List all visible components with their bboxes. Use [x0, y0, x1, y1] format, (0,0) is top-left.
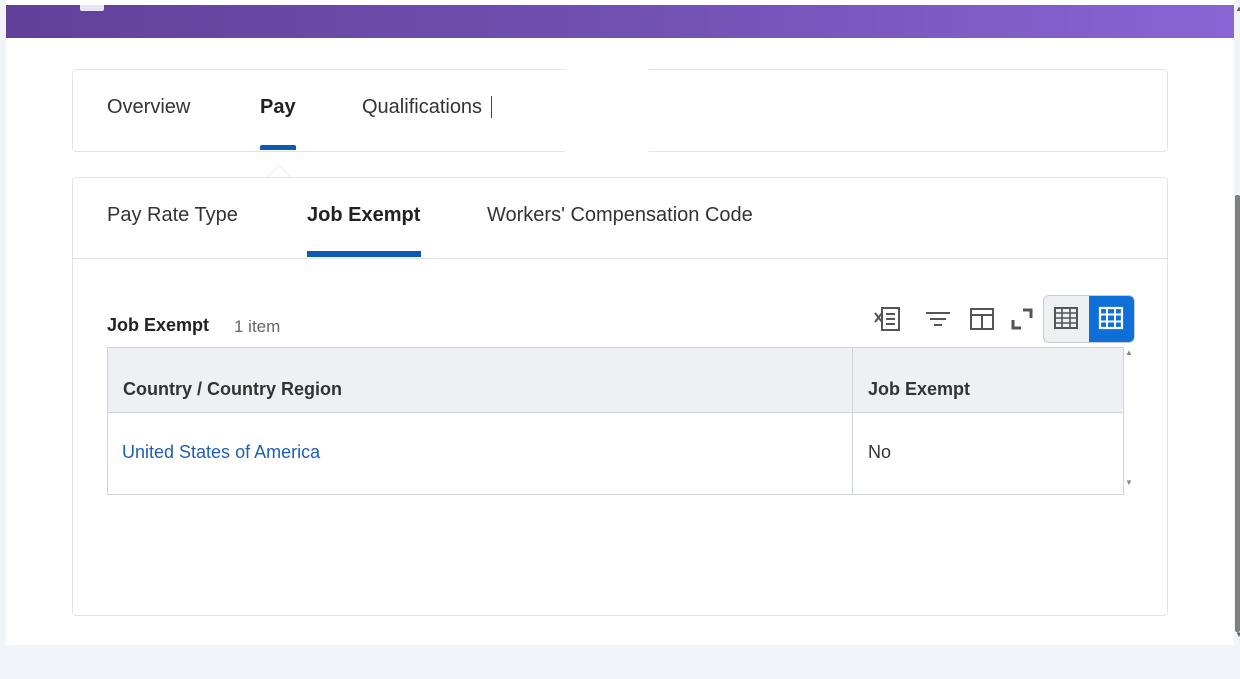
- grid-item-count: 1 item: [234, 317, 281, 336]
- grid-title: Job Exempt: [107, 315, 210, 335]
- page: Overview Pay Qualifications Pay Rate Typ…: [6, 0, 1234, 645]
- column-layout-icon[interactable]: [967, 304, 997, 334]
- table-scroll-down-icon[interactable]: ▼: [1125, 478, 1133, 487]
- table-header: Country / Country Region Job Exempt: [108, 348, 1123, 413]
- tabs-overlay-gap: [565, 69, 649, 152]
- top-tabs: Overview Pay Qualifications: [72, 69, 1168, 152]
- grid-view-icon: [1098, 306, 1124, 330]
- export-to-excel-icon[interactable]: [873, 304, 903, 334]
- tab-overview[interactable]: Overview: [107, 96, 190, 119]
- tab-pay-rate-type[interactable]: Pay Rate Type: [107, 204, 238, 227]
- header-menu-icon[interactable]: [80, 5, 104, 11]
- text-cursor: [491, 96, 492, 118]
- sub-tabs: Pay Rate Type Job Exempt Workers' Compen…: [73, 178, 1167, 259]
- table-view-button[interactable]: [1044, 296, 1089, 342]
- column-header-job-exempt[interactable]: Job Exempt: [868, 379, 970, 400]
- window-scroll-down-icon[interactable]: ▼: [1235, 630, 1240, 639]
- tab-job-exempt[interactable]: Job Exempt: [307, 204, 420, 227]
- job-exempt-table: Country / Country Region Job Exempt Unit…: [107, 347, 1124, 495]
- view-toggle: [1043, 295, 1135, 343]
- tab-qualifications[interactable]: Qualifications: [362, 96, 482, 119]
- country-link[interactable]: United States of America: [122, 442, 320, 463]
- tab-workers-compensation-code[interactable]: Workers' Compensation Code: [487, 204, 753, 227]
- job-exempt-value: No: [868, 442, 892, 462]
- filter-icon[interactable]: [923, 304, 953, 334]
- window-scrollbar[interactable]: [1235, 195, 1240, 632]
- window-scroll-up-icon[interactable]: ▲: [1235, 4, 1240, 13]
- fullscreen-icon[interactable]: [1007, 304, 1037, 334]
- grid-view-button[interactable]: [1089, 296, 1134, 342]
- pay-content-panel: Pay Rate Type Job Exempt Workers' Compen…: [72, 177, 1168, 616]
- table-scroll-up-icon[interactable]: ▲: [1125, 348, 1133, 357]
- table-view-icon: [1054, 307, 1078, 329]
- tab-pay[interactable]: Pay: [260, 96, 296, 119]
- active-tab-indicator: [260, 145, 296, 150]
- top-header-bar: [6, 5, 1234, 38]
- active-subtab-indicator: [307, 251, 421, 257]
- column-divider: [852, 348, 853, 494]
- column-header-country[interactable]: Country / Country Region: [123, 379, 342, 400]
